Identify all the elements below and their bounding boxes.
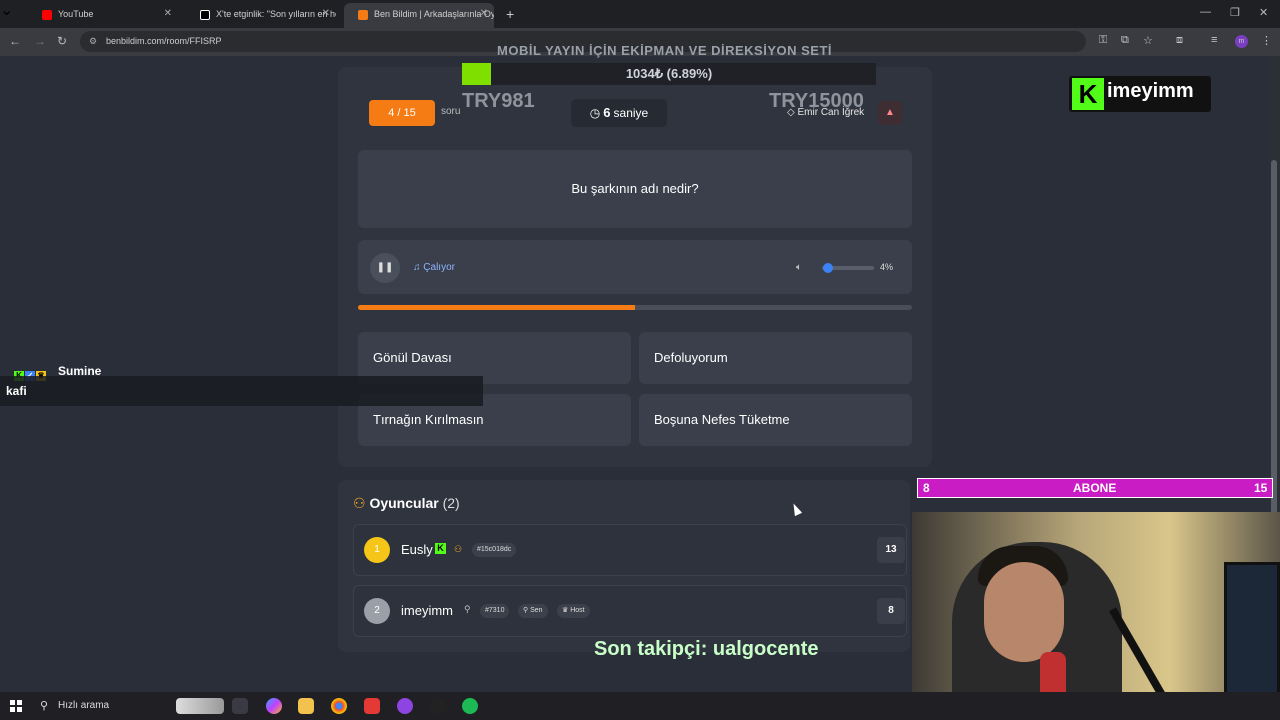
rank-badge: 1 [364, 537, 390, 563]
player-id-tag: #7310 [480, 604, 510, 618]
user-icon: ⚲ [464, 604, 471, 614]
obs-studio-icon[interactable] [397, 698, 413, 714]
answer-option-4[interactable]: Boşuna Nefes Tüketme [639, 394, 912, 446]
rank-badge: 2 [364, 598, 390, 624]
donation-goal-max: TRY15000 [769, 90, 864, 112]
copilot-icon[interactable] [266, 698, 282, 714]
players-count: (2) [442, 495, 460, 511]
player-score: 8 [877, 598, 905, 624]
warning-icon: ▲ [885, 107, 895, 118]
tab-search-chevron-icon[interactable]: ⌄ [0, 0, 13, 20]
add-friend-icon[interactable]: ⚇ [454, 544, 462, 555]
install-app-icon[interactable]: ⧉ [1121, 34, 1129, 47]
chat-message-background [0, 376, 483, 406]
reading-list-icon[interactable]: ≡ [1211, 34, 1217, 46]
tab-label: Ben Bildim | Arkadaşlarınla Oyna [374, 9, 494, 19]
playing-status: ♫ Çalıyor [413, 262, 455, 273]
bookmark-star-icon[interactable]: ☆ [1143, 34, 1153, 47]
crown-icon: ♛ [562, 607, 569, 614]
volume-percent: 4% [880, 262, 894, 272]
benbildim-icon [358, 9, 368, 20]
extensions-icon[interactable]: ⧈ [1176, 34, 1183, 47]
timer: ◷ 6 saniye [571, 99, 667, 127]
search-highlight-icon[interactable] [176, 698, 224, 714]
host-badge: ♛ Host [557, 604, 590, 618]
kick-logo: K [1072, 78, 1104, 110]
url-text: benbildim.com/room/FFISRP [106, 36, 222, 46]
webcam-monitor [1224, 562, 1280, 712]
wps-office-icon[interactable] [364, 698, 380, 714]
subscriber-goal-current: 8 [923, 481, 930, 495]
file-explorer-icon[interactable] [298, 698, 314, 714]
player-score: 13 [877, 537, 905, 563]
minimize-icon[interactable]: — [1200, 6, 1211, 18]
tab-youtube[interactable]: YouTube ✕ [28, 0, 178, 28]
soru-label: soru [441, 106, 461, 117]
timer-unit: saniye [613, 106, 649, 120]
menu-dots-icon[interactable]: ⋮ [1261, 34, 1272, 47]
back-icon[interactable]: ← [9, 34, 21, 48]
player-id-tag: #15c018dc [472, 543, 517, 557]
song-progress-bar [358, 305, 912, 310]
profile-avatar[interactable]: m [1235, 35, 1248, 48]
question-text: Bu şarkının adı nedir? [358, 150, 912, 228]
users-icon: ⚇ [353, 495, 366, 511]
player-name: Eusly [401, 542, 433, 557]
volume-slider-handle[interactable] [823, 263, 833, 273]
reload-icon[interactable]: ↻ [57, 34, 67, 48]
youtube-icon [42, 9, 52, 20]
donation-goal-amount: 1034₺ (6.89%) [625, 66, 713, 81]
kick-channel-badge: K imeyimm [1069, 76, 1211, 112]
last-follower: Son takipçi: ualgocente [594, 638, 819, 660]
players-title: ⚇ Oyuncular (2) [353, 495, 460, 512]
tab-x[interactable]: X'te etginlik: "Son yılların en he ✕ [186, 0, 336, 28]
kick-badge-icon: K [435, 543, 446, 554]
new-tab-icon[interactable]: + [506, 6, 514, 22]
music-note-icon: ♫ [413, 262, 421, 273]
donation-goal-title: MOBİL YAYIN İÇİN EKİPMAN VE DİREKSİYON S… [497, 43, 833, 58]
tab-label: YouTube [58, 9, 94, 19]
donation-goal-min: TRY981 [462, 90, 535, 112]
clock-icon: ◷ [589, 106, 601, 120]
windows-start-icon[interactable] [10, 700, 22, 712]
pause-button[interactable]: ❚❚ [370, 253, 400, 283]
pause-icon: ❚❚ [376, 262, 394, 273]
webcam-face [984, 562, 1064, 662]
subscriber-goal-label: ABONE [1073, 481, 1117, 495]
tab-label: X'te etginlik: "Son yılların en he [216, 9, 336, 19]
close-window-icon[interactable]: ✕ [1259, 6, 1268, 19]
task-view-icon[interactable] [232, 698, 248, 714]
players-title-text: Oyuncular [369, 495, 439, 511]
webcam-feed [912, 512, 1280, 720]
you-badge: ⚲ Sen [518, 604, 548, 618]
forward-icon[interactable]: → [34, 34, 46, 48]
person-icon: ⚲ [523, 607, 529, 614]
subscriber-goal-target: 15 [1254, 481, 1268, 495]
you-label: Sen [530, 607, 543, 614]
close-tab-icon[interactable]: ✕ [164, 0, 172, 28]
answer-option-2[interactable]: Defoluyorum [639, 332, 912, 384]
volume-icon[interactable]: 🔈︎ [796, 262, 802, 273]
chat-message: kafi [6, 384, 27, 398]
close-tab-icon[interactable]: ✕ [322, 0, 330, 28]
x-icon [200, 9, 210, 20]
question-counter: 4 / 15 [369, 100, 435, 126]
kick-channel-name: imeyimm [1107, 80, 1194, 102]
timer-value: 6 [603, 105, 611, 120]
streaming-app-icon[interactable] [430, 698, 446, 714]
search-placeholder: Hızlı arama [58, 700, 110, 711]
close-tab-icon[interactable]: ✕ [480, 3, 488, 25]
search-icon: ⚲ [40, 700, 49, 712]
playing-label: Çalıyor [423, 262, 455, 273]
player-name: imeyimm [401, 603, 453, 618]
song-progress-fill [358, 305, 635, 310]
host-label: Host [570, 607, 585, 614]
spotify-icon[interactable] [462, 698, 478, 714]
report-button[interactable]: ▲ [878, 101, 902, 125]
chrome-icon[interactable] [331, 698, 347, 714]
tab-benbildim[interactable]: Ben Bildim | Arkadaşlarınla Oyna ✕ [344, 3, 494, 28]
restore-icon[interactable]: ❐ [1230, 6, 1240, 19]
password-key-icon[interactable]: ⚿ [1099, 34, 1107, 47]
site-info-icon[interactable]: ⚙ [89, 31, 97, 52]
